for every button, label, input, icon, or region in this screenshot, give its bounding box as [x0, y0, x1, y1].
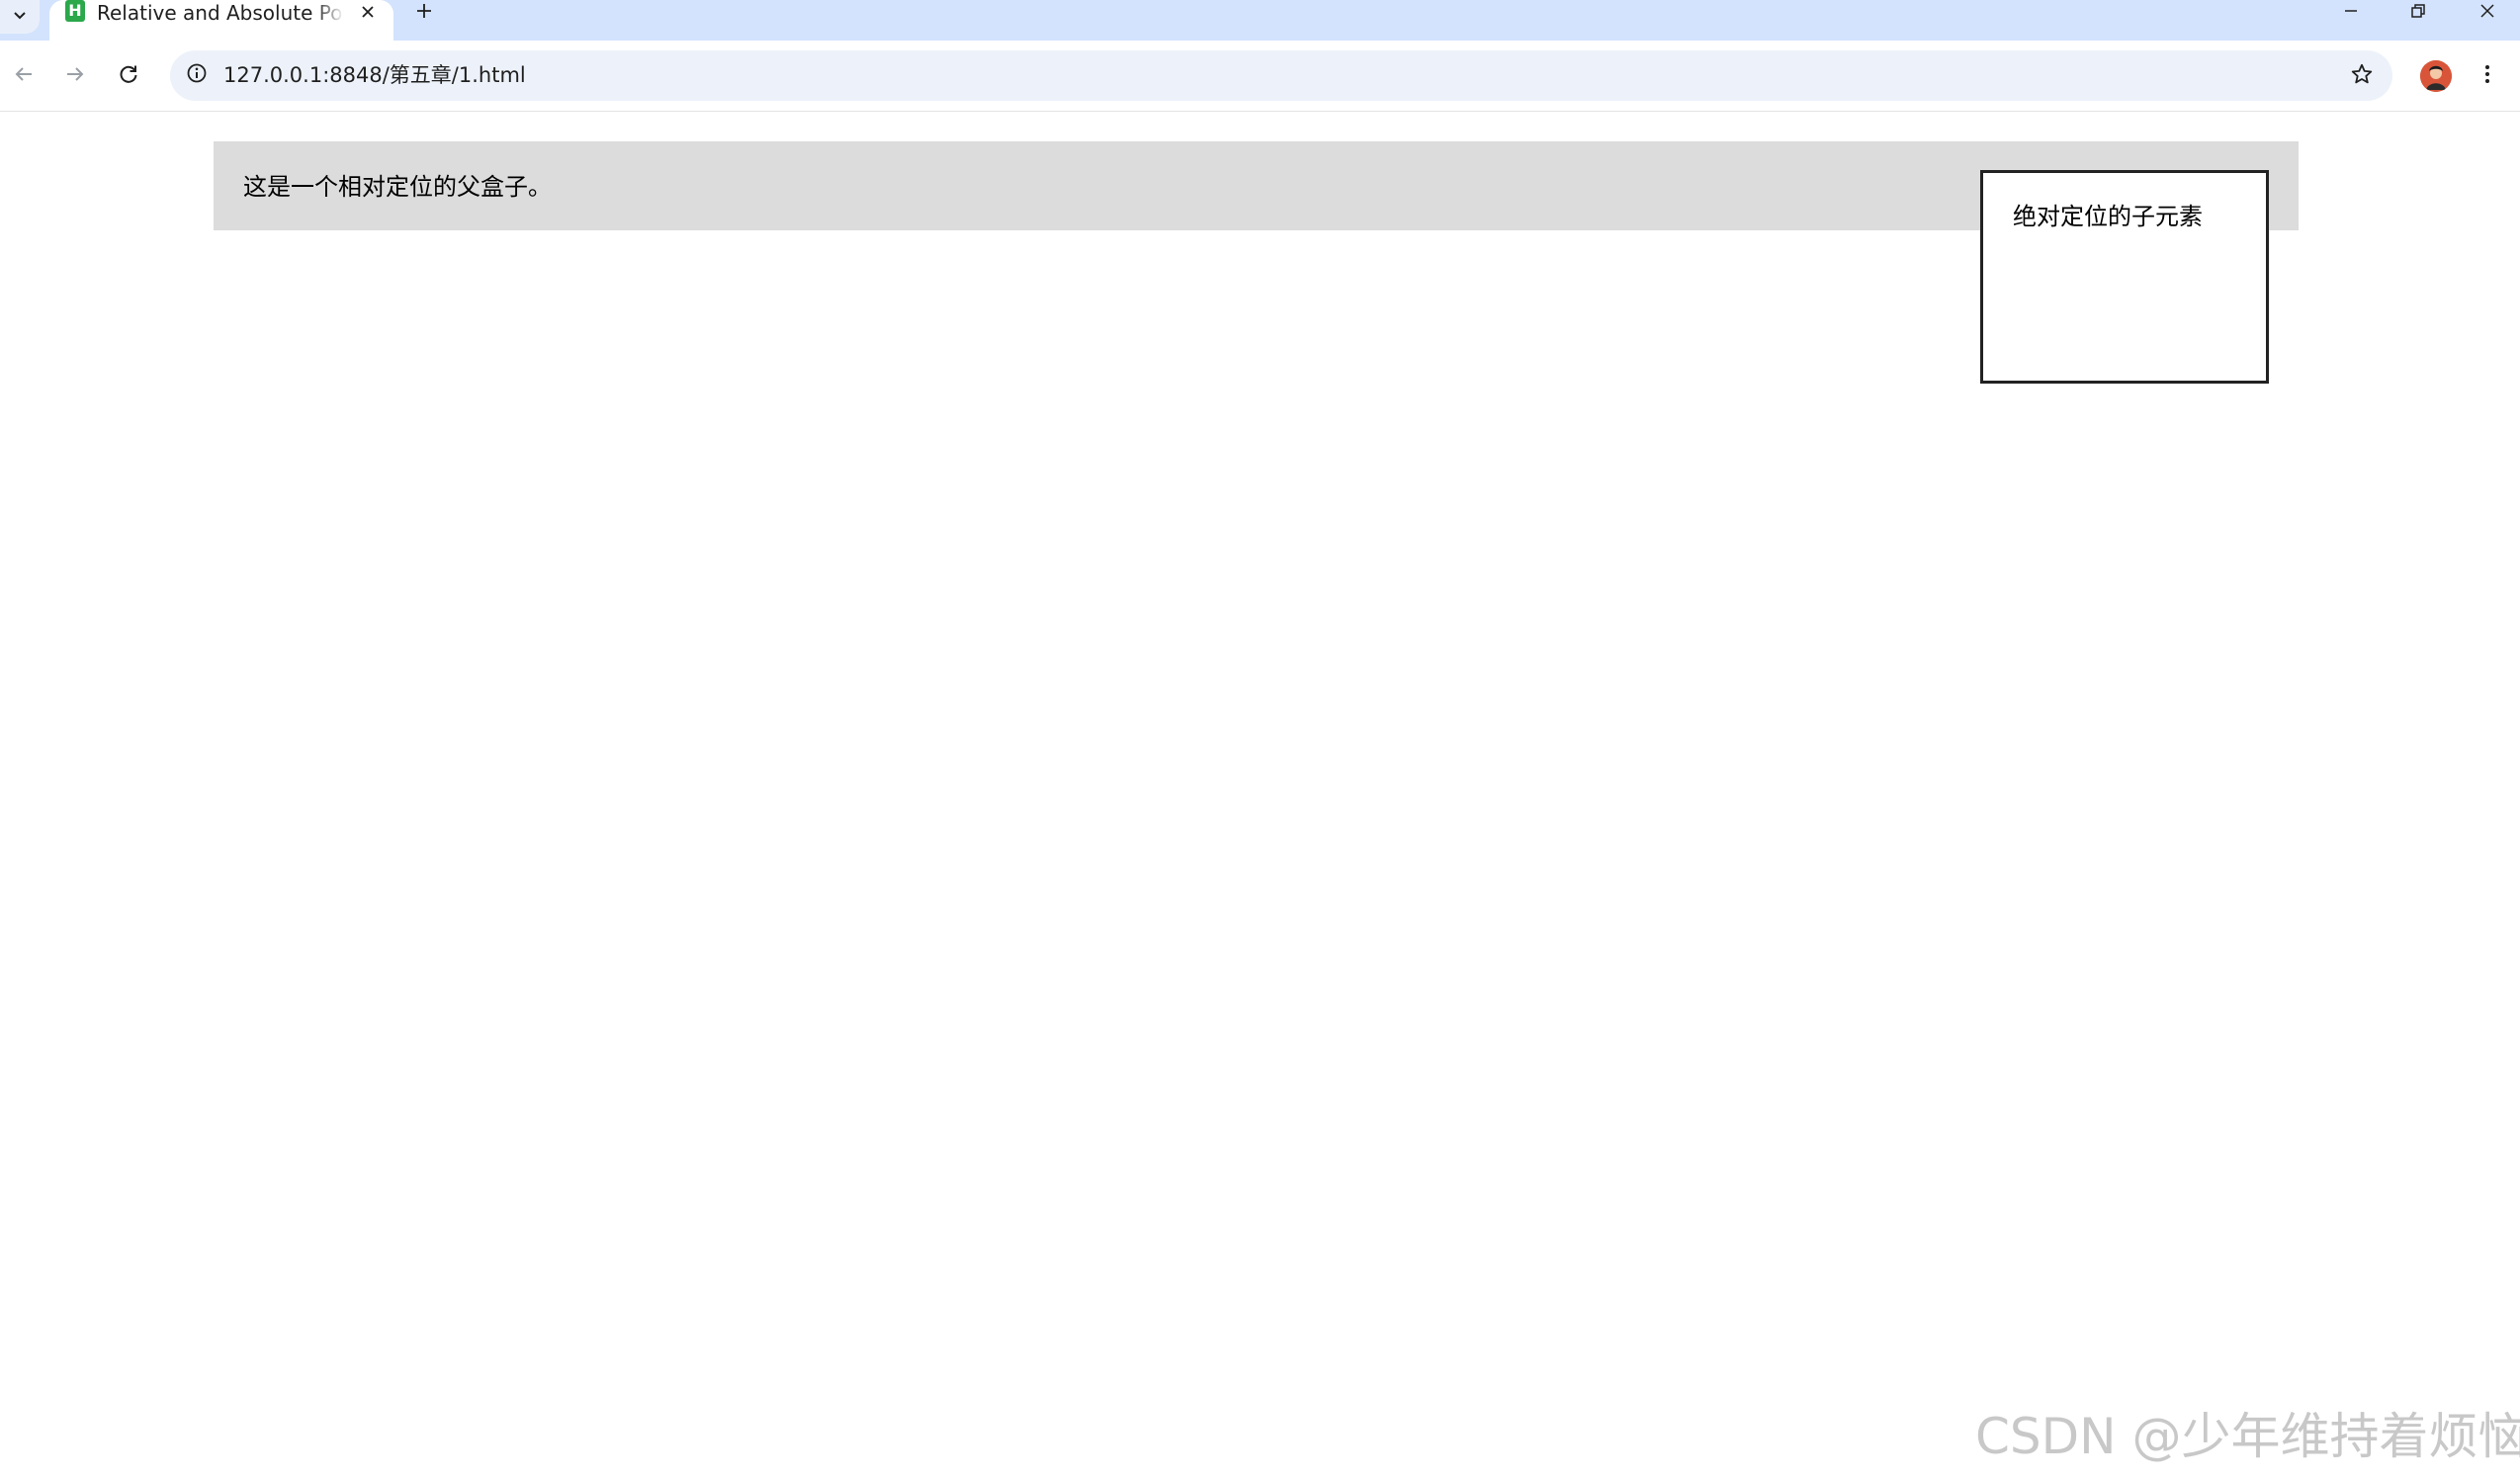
browser-menu-button[interactable]: [2470, 54, 2505, 98]
site-info-button[interactable]: [178, 56, 216, 94]
close-icon: [2479, 3, 2495, 23]
relative-parent-box: 这是一个相对定位的父盒子。 绝对定位的子元素: [214, 141, 2299, 384]
page-viewport: 这是一个相对定位的父盒子。 绝对定位的子元素 CSDN @少年维持着烦恼.: [0, 112, 2520, 1481]
arrow-left-icon: [13, 63, 35, 89]
chevron-down-icon: [12, 7, 28, 27]
tab-title: Relative and Absolute Positioning: [97, 1, 344, 25]
url-text[interactable]: 127.0.0.1:8848/第五章/1.html: [223, 50, 526, 101]
plus-icon: [415, 2, 433, 24]
address-bar[interactable]: 127.0.0.1:8848/第五章/1.html: [170, 50, 2392, 101]
tab-search-button[interactable]: [0, 0, 40, 34]
close-window-button[interactable]: [2458, 0, 2517, 26]
reload-button[interactable]: [107, 54, 150, 98]
browser-toolbar: 127.0.0.1:8848/第五章/1.html: [0, 41, 2520, 112]
tab-close-button[interactable]: [354, 0, 382, 26]
kebab-menu-icon: [2483, 63, 2491, 89]
star-icon: [2350, 62, 2374, 90]
tab-strip: H Relative and Absolute Positioning: [0, 0, 2520, 41]
tab-active[interactable]: H Relative and Absolute Positioning: [49, 0, 393, 41]
minimize-button[interactable]: [2321, 0, 2381, 26]
restore-button[interactable]: [2389, 0, 2448, 26]
html-file-icon: H: [65, 0, 85, 22]
forward-button[interactable]: [53, 54, 97, 98]
browser-window: H Relative and Absolute Positioning: [0, 0, 2520, 1481]
minimize-icon: [2343, 3, 2359, 23]
child-box-text: 绝对定位的子元素: [2013, 203, 2203, 230]
csdn-watermark: CSDN @少年维持着烦恼.: [1975, 1408, 2520, 1465]
back-button[interactable]: [2, 54, 45, 98]
parent-box-text: 这是一个相对定位的父盒子。: [243, 173, 552, 201]
profile-avatar[interactable]: [2420, 60, 2452, 92]
reload-icon: [118, 63, 139, 89]
new-tab-button[interactable]: [407, 0, 441, 26]
close-icon: [361, 4, 375, 23]
absolute-child-box: 绝对定位的子元素: [1980, 170, 2269, 384]
bookmark-button[interactable]: [2343, 57, 2381, 95]
restore-icon: [2410, 3, 2426, 23]
arrow-right-icon: [64, 63, 86, 89]
info-icon: [186, 62, 208, 88]
